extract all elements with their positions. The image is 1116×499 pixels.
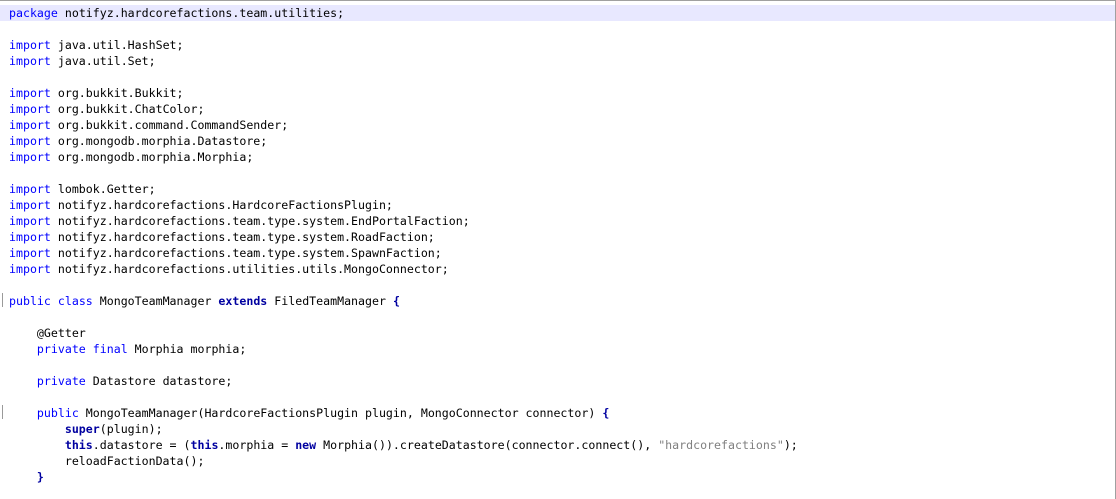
code-token: MongoTeamManager: [92, 294, 219, 308]
code-token: Morphia()).createDatastore(connector.con…: [316, 438, 659, 452]
code-token: import: [9, 182, 51, 196]
code-line[interactable]: import java.util.Set;: [9, 53, 1115, 69]
code-line[interactable]: import java.util.HashSet;: [9, 37, 1115, 53]
code-token: import: [9, 214, 51, 228]
code-line[interactable]: import lombok.Getter;: [9, 181, 1115, 197]
code-token: Morphia morphia;: [127, 342, 247, 356]
code-line[interactable]: import notifyz.hardcorefactions.team.typ…: [9, 213, 1115, 229]
code-line[interactable]: import notifyz.hardcorefactions.team.typ…: [9, 229, 1115, 245]
code-token: reloadFactionData();: [9, 454, 205, 468]
code-line[interactable]: reloadFactionData();: [9, 453, 1115, 469]
code-token: final: [92, 342, 128, 356]
fold-margin[interactable]: [0, 1, 7, 499]
code-token: notifyz.hardcorefactions.utilities.utils…: [50, 262, 449, 276]
code-token: java.util.Set;: [50, 54, 156, 68]
code-line[interactable]: super(plugin);: [9, 421, 1115, 437]
code-line[interactable]: private final Morphia morphia;: [9, 341, 1115, 357]
code-token: FiledTeamManager: [267, 294, 393, 308]
code-token: (plugin);: [99, 422, 163, 436]
code-line[interactable]: @Getter: [9, 325, 1115, 341]
code-token: java.util.HashSet;: [50, 38, 184, 52]
code-token: org.bukkit.command.CommandSender;: [50, 118, 289, 132]
code-token: import: [9, 150, 51, 164]
code-token: {: [392, 294, 400, 308]
code-token: Datastore datastore;: [85, 374, 233, 388]
code-token: import: [9, 102, 51, 116]
code-line[interactable]: }: [9, 469, 1115, 485]
code-token: .datastore = (: [92, 438, 191, 452]
code-line[interactable]: [9, 277, 1115, 293]
fold-marker-class[interactable]: [2, 293, 3, 307]
code-token: notifyz.hardcorefactions.team.type.syste…: [50, 230, 435, 244]
code-token: import: [9, 246, 51, 260]
code-token: super: [64, 422, 100, 436]
code-line[interactable]: this.datastore = (this.morphia = new Mor…: [9, 437, 1115, 453]
code-token: import: [9, 118, 51, 132]
code-token: {: [602, 406, 610, 420]
code-line[interactable]: import org.bukkit.command.CommandSender;: [9, 117, 1115, 133]
code-token: notifyz.hardcorefactions.team.type.syste…: [50, 246, 442, 260]
code-line[interactable]: [9, 21, 1115, 37]
code-line[interactable]: public MongoTeamManager(HardcoreFactions…: [9, 405, 1115, 421]
code-token: private: [36, 342, 86, 356]
code-token: lombok.Getter;: [50, 182, 156, 196]
code-line[interactable]: public class MongoTeamManager extends Fi…: [9, 293, 1115, 309]
code-token: import: [9, 134, 51, 148]
code-token: class: [57, 294, 93, 308]
code-line[interactable]: import org.bukkit.Bukkit;: [9, 85, 1115, 101]
code-token: org.mongodb.morphia.Morphia;: [50, 150, 254, 164]
code-token: notifyz.hardcorefactions.team.utilities;: [57, 6, 345, 20]
code-token: import: [9, 198, 51, 212]
code-token: this: [190, 438, 219, 452]
code-line[interactable]: [9, 389, 1115, 405]
code-token: import: [9, 230, 51, 244]
code-line[interactable]: [9, 309, 1115, 325]
code-token: extends: [218, 294, 268, 308]
code-token: "hardcorefactions": [658, 438, 784, 452]
fold-marker-constructor[interactable]: [2, 405, 3, 419]
code-token: notifyz.hardcorefactions.team.type.syste…: [50, 214, 470, 228]
code-area[interactable]: package notifyz.hardcorefactions.team.ut…: [0, 5, 1115, 485]
code-token: notifyz.hardcorefactions.HardcoreFaction…: [50, 198, 393, 212]
code-token: package: [9, 6, 58, 20]
code-line[interactable]: [9, 69, 1115, 85]
code-token: org.mongodb.morphia.Datastore;: [50, 134, 268, 148]
code-line[interactable]: import org.mongodb.morphia.Datastore;: [9, 133, 1115, 149]
code-line[interactable]: import org.mongodb.morphia.Morphia;: [9, 149, 1115, 165]
code-editor[interactable]: package notifyz.hardcorefactions.team.ut…: [0, 0, 1116, 499]
code-line[interactable]: import org.bukkit.ChatColor;: [9, 101, 1115, 117]
code-token: new: [295, 438, 317, 452]
code-line[interactable]: [9, 357, 1115, 373]
code-line[interactable]: private Datastore datastore;: [9, 373, 1115, 389]
code-line[interactable]: import notifyz.hardcorefactions.utilitie…: [9, 261, 1115, 277]
code-line[interactable]: package notifyz.hardcorefactions.team.ut…: [0, 5, 1115, 21]
code-line[interactable]: [9, 165, 1115, 181]
code-token: }: [9, 470, 44, 484]
code-token: @Getter: [9, 326, 86, 340]
code-token: this: [64, 438, 93, 452]
code-token: private: [36, 374, 86, 388]
code-token: org.bukkit.ChatColor;: [50, 102, 205, 116]
code-token: import: [9, 262, 51, 276]
code-token: import: [9, 54, 51, 68]
code-token: );: [783, 438, 798, 452]
code-line[interactable]: import notifyz.hardcorefactions.team.typ…: [9, 245, 1115, 261]
code-token: public: [9, 294, 51, 308]
code-line[interactable]: import notifyz.hardcorefactions.Hardcore…: [9, 197, 1115, 213]
code-token: import: [9, 86, 51, 100]
code-token: public: [36, 406, 79, 420]
code-token: org.bukkit.Bukkit;: [50, 86, 184, 100]
code-token: MongoTeamManager(HardcoreFactionsPlugin …: [78, 406, 603, 420]
code-token: .morphia =: [218, 438, 296, 452]
code-token: import: [9, 38, 51, 52]
